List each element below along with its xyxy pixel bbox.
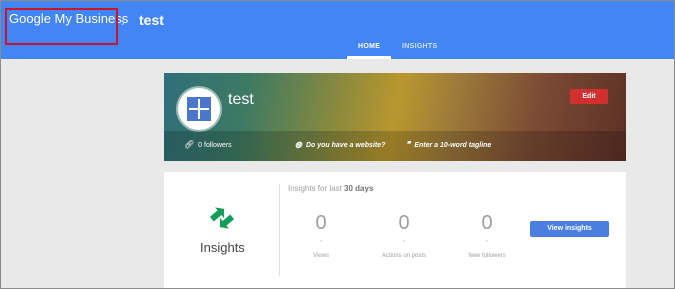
website-label: Do you have a website? bbox=[305, 142, 386, 149]
breadcrumb-business-name[interactable]: test bbox=[139, 12, 164, 28]
stat-actions-on-posts: 0 - Actions on posts bbox=[359, 212, 449, 259]
insights-card: Insights Insights for last 30 days 0 - V… bbox=[164, 172, 626, 288]
view-insights-button[interactable]: View insights bbox=[530, 221, 609, 237]
stat-label: Actions on posts bbox=[381, 253, 427, 259]
swap-arrows-icon bbox=[209, 207, 235, 229]
stat-label: New followers bbox=[468, 253, 506, 259]
tab-insights[interactable]: INSIGHTS bbox=[402, 43, 437, 50]
stat-views: 0 - Views bbox=[276, 212, 366, 259]
period-prefix: Insights for last bbox=[288, 184, 342, 193]
tab-home[interactable]: HOME bbox=[358, 43, 380, 50]
followers-label: 0 followers bbox=[198, 142, 232, 149]
stat-change: - bbox=[319, 236, 323, 245]
stat-label: Views bbox=[313, 253, 329, 259]
store-tile-icon bbox=[187, 97, 211, 121]
period-value: 30 days bbox=[344, 184, 374, 193]
stat-new-followers: 0 - New followers bbox=[442, 212, 532, 259]
globe-icon: ◍ bbox=[295, 140, 302, 149]
stat-value: 0 bbox=[481, 212, 493, 234]
stat-change: - bbox=[485, 236, 489, 245]
insights-title: Insights bbox=[200, 240, 245, 255]
stat-change: - bbox=[402, 236, 406, 245]
website-prompt[interactable]: ◍ Do you have a website? bbox=[295, 140, 385, 149]
business-cover-card: test Edit 🔗︎ 0 followers ◍ Do you have a w… bbox=[164, 73, 626, 161]
stat-value: 0 bbox=[398, 212, 410, 234]
quote-icon: ❞ bbox=[406, 140, 411, 149]
link-icon: 🔗︎ bbox=[184, 140, 195, 149]
business-name: test bbox=[228, 91, 254, 108]
active-tab-indicator bbox=[347, 56, 391, 59]
edit-button[interactable]: Edit bbox=[570, 89, 608, 104]
stat-value: 0 bbox=[315, 212, 327, 234]
tagline-label: Enter a 10-word tagline bbox=[414, 142, 492, 149]
breadcrumb-separator-icon: › bbox=[121, 14, 126, 29]
business-avatar[interactable] bbox=[178, 88, 220, 130]
top-app-bar: Google My Business › test HOME INSIGHTS bbox=[1, 1, 674, 59]
highlight-box bbox=[5, 8, 118, 45]
insights-period: Insights for last 30 days bbox=[288, 184, 373, 193]
tagline-prompt[interactable]: ❞ Enter a 10-word tagline bbox=[406, 140, 491, 149]
followers-count[interactable]: 🔗︎ 0 followers bbox=[184, 140, 232, 149]
